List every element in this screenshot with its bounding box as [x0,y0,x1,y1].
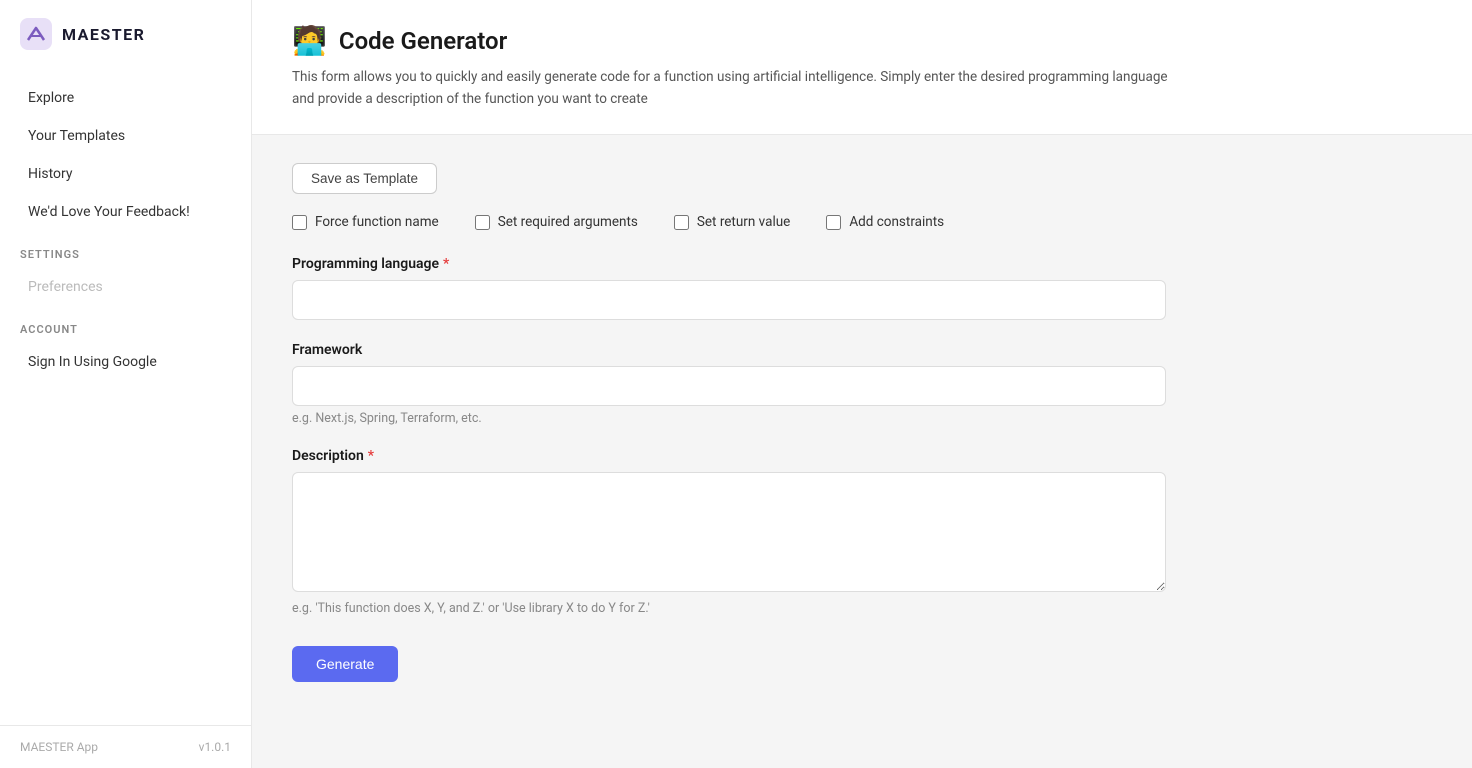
checkbox-add-constraints[interactable]: Add constraints [826,214,944,230]
add-constraints-checkbox[interactable] [826,215,841,230]
framework-input[interactable] [292,366,1166,406]
set-required-arguments-checkbox[interactable] [475,215,490,230]
force-function-name-label: Force function name [315,214,439,230]
checkbox-force-function-name[interactable]: Force function name [292,214,439,230]
framework-group: Framework e.g. Next.js, Spring, Terrafor… [292,342,1432,426]
set-required-arguments-label: Set required arguments [498,214,638,230]
sidebar-item-sign-in-google[interactable]: Sign In Using Google [8,344,243,380]
description-group: Description * e.g. 'This function does X… [292,448,1432,616]
description-required: * [368,448,374,464]
force-function-name-checkbox[interactable] [292,215,307,230]
set-return-value-checkbox[interactable] [674,215,689,230]
framework-hint: e.g. Next.js, Spring, Terraform, etc. [292,411,1432,426]
logo-text: MAESTER [62,25,145,44]
programming-language-label: Programming language * [292,256,1432,272]
checkbox-set-required-arguments[interactable]: Set required arguments [475,214,638,230]
sidebar-item-feedback[interactable]: We'd Love Your Feedback! [8,194,243,230]
sidebar-logo: MAESTER [0,0,251,68]
page-title: Code Generator [339,27,507,55]
account-section-label: ACCOUNT [0,307,251,342]
generate-button[interactable]: Generate [292,646,398,682]
sidebar-item-your-templates[interactable]: Your Templates [8,118,243,154]
sidebar-navigation: Explore Your Templates History We'd Love… [0,68,251,725]
page-content: Save as Template Force function name Set… [252,135,1472,710]
add-constraints-label: Add constraints [849,214,944,230]
sidebar-item-explore[interactable]: Explore [8,80,243,116]
description-textarea[interactable] [292,472,1166,592]
sidebar-footer: MAESTER App v1.0.1 [0,725,251,768]
sidebar-item-history[interactable]: History [8,156,243,192]
description-hint: e.g. 'This function does X, Y, and Z.' o… [292,601,1432,616]
description-label: Description * [292,448,1432,464]
programming-language-input[interactable] [292,280,1166,320]
programming-language-group: Programming language * [292,256,1432,320]
save-template-button[interactable]: Save as Template [292,163,437,194]
settings-section-label: SETTINGS [0,232,251,267]
page-header: 🧑‍💻 Code Generator This form allows you … [252,0,1472,135]
page-description: This form allows you to quickly and easi… [292,67,1192,110]
footer-version: v1.0.1 [199,740,231,754]
checkbox-set-return-value[interactable]: Set return value [674,214,790,230]
page-title-row: 🧑‍💻 Code Generator [292,24,1432,57]
maester-logo-icon [20,18,52,50]
sidebar: MAESTER Explore Your Templates History W… [0,0,252,768]
framework-label: Framework [292,342,1432,358]
checkboxes-row: Force function name Set required argumen… [292,214,1432,230]
sidebar-item-preferences: Preferences [8,269,243,305]
main-content: 🧑‍💻 Code Generator This form allows you … [252,0,1472,768]
programming-language-required: * [443,256,449,272]
page-emoji: 🧑‍💻 [292,24,327,57]
set-return-value-label: Set return value [697,214,790,230]
footer-app-name: MAESTER App [20,740,98,754]
